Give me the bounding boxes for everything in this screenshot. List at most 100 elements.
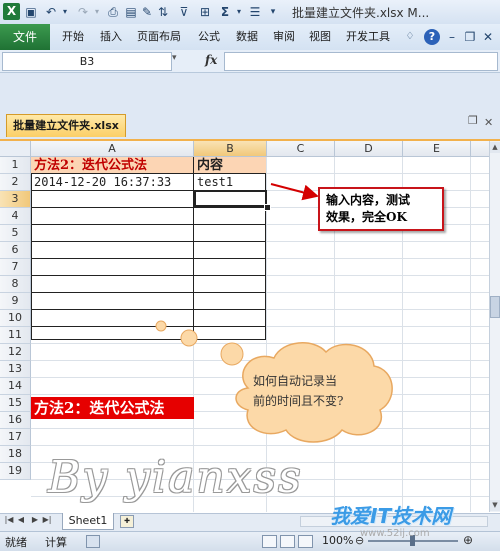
selected-cell-b3[interactable] <box>194 190 267 207</box>
formula-input[interactable] <box>224 52 498 71</box>
row-header-6[interactable]: 6 <box>0 242 31 259</box>
autosum-icon[interactable]: Σ <box>218 4 232 20</box>
table-row-border <box>31 241 266 242</box>
cell-b1[interactable]: 内容 <box>197 157 223 174</box>
row-header-19[interactable]: 19 <box>0 463 31 480</box>
zoom-in-icon[interactable]: ⊕ <box>463 533 473 547</box>
table-row-border <box>31 258 266 259</box>
tab-insert[interactable]: 插入 <box>100 24 122 50</box>
row-header-1[interactable]: 1 <box>0 157 31 174</box>
row-header-11[interactable]: 11 <box>0 327 31 344</box>
callout-box: 输入内容，测试 效果，完全OK <box>318 187 444 231</box>
cell-a1[interactable]: 方法2：迭代公式法 <box>34 157 147 174</box>
sort-icon[interactable]: ⇅ <box>156 4 170 20</box>
gridline-col <box>470 157 471 512</box>
tab-developer[interactable]: 开发工具 <box>346 24 390 50</box>
row-header-3[interactable]: 3 <box>0 191 31 208</box>
customize-toolbar-icon[interactable]: ▾ <box>266 4 280 20</box>
minimize-ribbon-icon[interactable]: ♢ <box>404 29 416 45</box>
row-header-10[interactable]: 10 <box>0 310 31 327</box>
column-header-a[interactable]: A <box>31 141 194 157</box>
cell-b2[interactable]: test1 <box>197 174 233 191</box>
open-icon[interactable]: ▤ <box>124 4 138 20</box>
insert-function-icon[interactable]: fx <box>205 53 217 67</box>
row-header-7[interactable]: 7 <box>0 259 31 276</box>
name-box-dropdown-icon[interactable]: ▾ <box>172 53 177 63</box>
tab-home[interactable]: 开始 <box>62 24 84 50</box>
cloud-line-2: 前的时间且不变? <box>253 394 344 408</box>
borders-icon[interactable]: ⊞ <box>198 4 212 20</box>
print-preview-icon[interactable]: ⎙ <box>106 4 120 20</box>
row-header-4[interactable]: 4 <box>0 208 31 225</box>
row-header-15[interactable]: 15 <box>0 395 31 412</box>
row-header-16[interactable]: 16 <box>0 412 31 429</box>
format-painter-icon[interactable]: ✎ <box>140 4 154 20</box>
tab-file[interactable]: 文件 <box>0 24 50 50</box>
row-header-9[interactable]: 9 <box>0 293 31 310</box>
redo-dropdown-icon[interactable]: ▾ <box>92 4 102 20</box>
tab-page-layout[interactable]: 页面布局 <box>137 24 181 50</box>
window-close-icon[interactable]: ✕ <box>482 29 494 45</box>
red-arrow-icon <box>270 183 319 201</box>
column-header-b[interactable]: B <box>194 141 267 157</box>
row-header-14[interactable]: 14 <box>0 378 31 395</box>
prev-sheet-icon[interactable]: ◀ <box>16 515 26 524</box>
tab-data[interactable]: 数据 <box>236 24 258 50</box>
save-icon[interactable]: ▣ <box>24 4 38 20</box>
first-sheet-icon[interactable]: |◀ <box>4 515 14 524</box>
table-row-border <box>31 309 266 310</box>
tab-view[interactable]: 视图 <box>309 24 331 50</box>
window-title: 批量建立文件夹.xlsx M... <box>292 6 430 20</box>
last-sheet-icon[interactable]: ▶| <box>42 515 52 524</box>
workbook-close-icon[interactable]: ✕ <box>484 116 493 129</box>
undo-icon[interactable]: ↶ <box>44 4 58 20</box>
help-icon[interactable]: ? <box>424 29 440 45</box>
tab-formulas[interactable]: 公式 <box>198 24 220 50</box>
row-header-13[interactable]: 13 <box>0 361 31 378</box>
excel-logo-icon[interactable]: X <box>3 3 20 20</box>
zoom-level[interactable]: 100% <box>322 534 353 547</box>
cell-a2[interactable]: 2014-12-20 16:37:33 <box>34 174 171 191</box>
column-header-d[interactable]: D <box>335 141 403 157</box>
row-header-12[interactable]: 12 <box>0 344 31 361</box>
window-restore-icon[interactable]: ❐ <box>464 29 476 45</box>
cloud-line-1: 如何自动记录当 <box>253 374 338 388</box>
column-header-e[interactable]: E <box>403 141 471 157</box>
undo-dropdown-icon[interactable]: ▾ <box>60 4 70 20</box>
row-header-18[interactable]: 18 <box>0 446 31 463</box>
window-minimize-icon[interactable]: – <box>446 29 458 45</box>
site-logo-watermark: 我爱IT技术网 <box>330 504 452 528</box>
workbook-restore-icon[interactable]: ❐ <box>468 114 478 127</box>
workbook-tab[interactable]: 批量建立文件夹.xlsx <box>6 114 126 137</box>
row-header-5[interactable]: 5 <box>0 225 31 242</box>
page-layout-view-icon[interactable] <box>280 535 295 548</box>
status-ready: 就绪 <box>5 536 27 549</box>
row-header-17[interactable]: 17 <box>0 429 31 446</box>
filter-icon[interactable]: ⊽ <box>176 4 192 20</box>
site-url-watermark: www.52ij.com <box>360 528 430 539</box>
name-box[interactable]: B3 <box>2 52 172 71</box>
row-header-8[interactable]: 8 <box>0 276 31 293</box>
scroll-up-icon[interactable]: ▲ <box>490 142 500 153</box>
next-sheet-icon[interactable]: ▶ <box>30 515 40 524</box>
redo-icon[interactable]: ↷ <box>76 4 90 20</box>
sheet-tab-sheet1[interactable]: Sheet1 <box>62 513 114 530</box>
insert-sheet-icon[interactable]: ✚ <box>120 515 134 528</box>
vertical-scrollbar[interactable] <box>489 141 500 512</box>
callout-line-1: 输入内容，测试 <box>326 193 411 207</box>
cloud-text: 如何自动记录当 前的时间且不变? <box>253 371 383 411</box>
macro-record-icon[interactable] <box>86 535 100 548</box>
normal-view-icon[interactable] <box>262 535 277 548</box>
page-break-view-icon[interactable] <box>298 535 313 548</box>
column-header-c[interactable]: C <box>267 141 335 157</box>
status-calculate[interactable]: 计算 <box>45 534 67 550</box>
column-header-f[interactable] <box>471 141 489 157</box>
align-icon[interactable]: ☰ <box>248 4 262 20</box>
scroll-down-icon[interactable]: ▼ <box>490 500 500 511</box>
vertical-scroll-thumb[interactable] <box>490 296 500 318</box>
tab-review[interactable]: 审阅 <box>273 24 295 50</box>
select-all-corner[interactable] <box>0 141 31 157</box>
autosum-dropdown-icon[interactable]: ▾ <box>234 4 244 20</box>
workspace-background <box>0 73 500 109</box>
row-header-2[interactable]: 2 <box>0 174 31 191</box>
